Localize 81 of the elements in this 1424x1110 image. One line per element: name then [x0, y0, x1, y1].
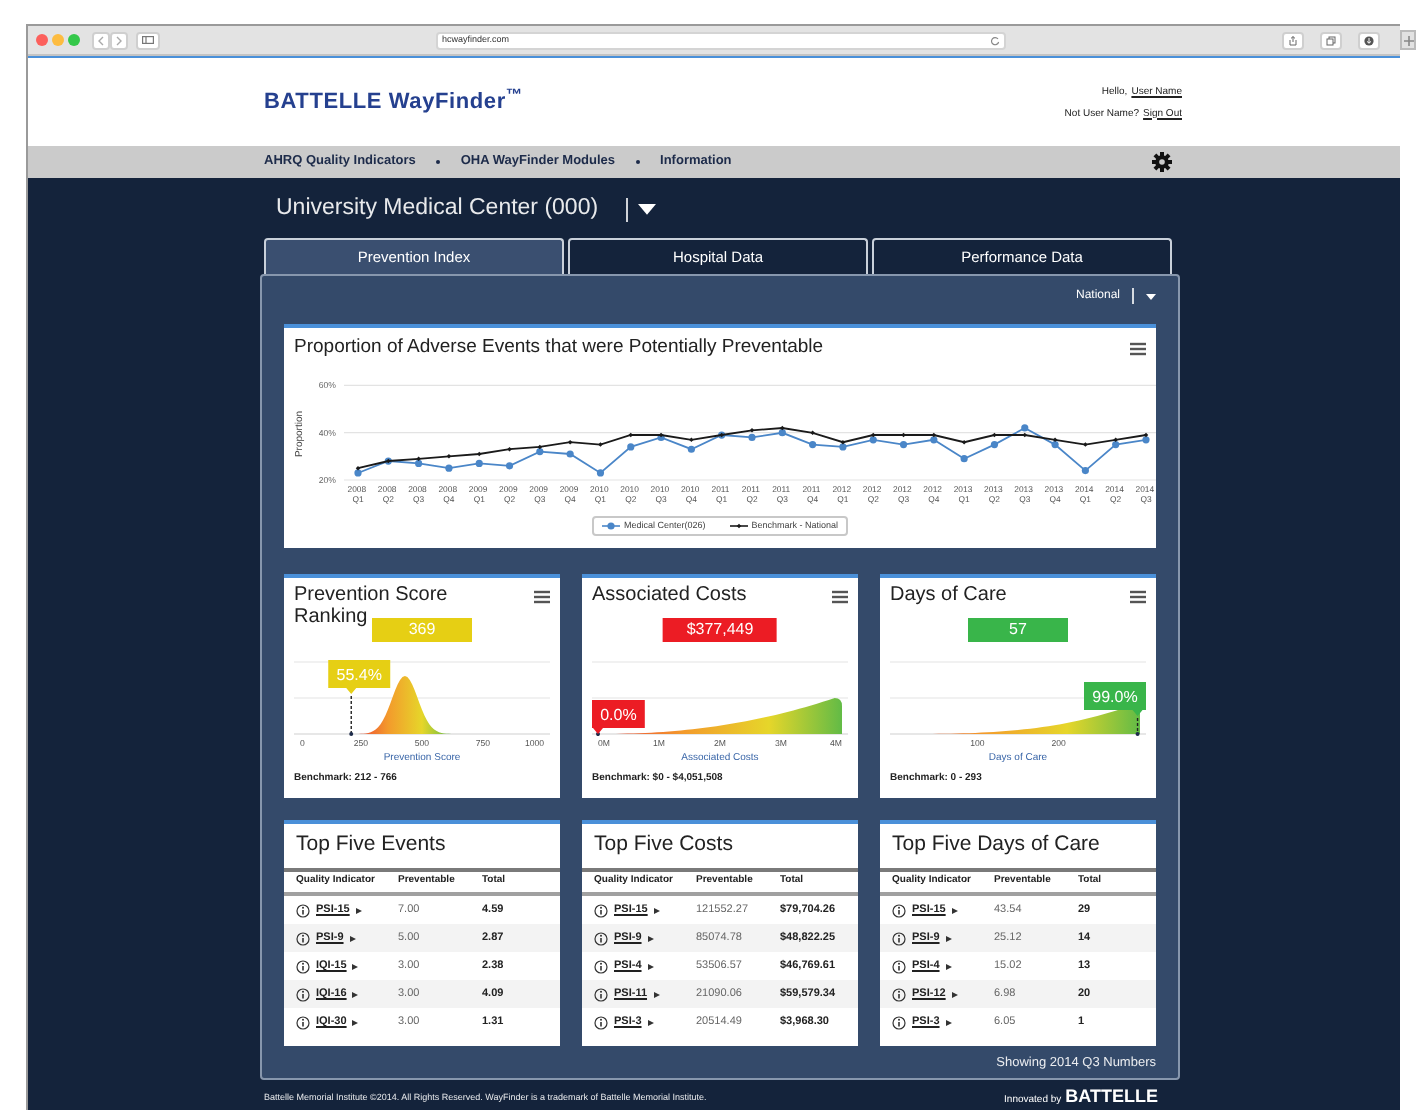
- info-icon[interactable]: [594, 931, 608, 945]
- caret-icon: [638, 204, 657, 216]
- data-point: [445, 464, 453, 472]
- data-point: [628, 432, 634, 438]
- data-point: [567, 439, 573, 445]
- value-badge: 57: [968, 618, 1068, 642]
- data-point: [505, 462, 514, 470]
- download-icon: [1364, 35, 1374, 45]
- triangle-icon: [352, 991, 359, 997]
- percentile-callout: 55.4%: [328, 660, 391, 694]
- data-point: [961, 439, 967, 445]
- legend-marker-icon: [729, 522, 748, 530]
- sidebar-button[interactable]: [136, 31, 160, 49]
- table-title: Top Five Costs: [594, 830, 733, 861]
- card-title: Days of Care: [890, 582, 1009, 606]
- triangle-icon: [352, 1019, 359, 1025]
- info-icon[interactable]: [892, 1015, 906, 1029]
- download-button[interactable]: [1358, 31, 1380, 49]
- menu-icon[interactable]: [1130, 590, 1146, 604]
- info-icon[interactable]: [892, 903, 906, 917]
- brand-logo: BATTELLE: [1065, 1087, 1158, 1105]
- share-icon: [1288, 35, 1298, 45]
- sidebar-icon: [142, 36, 154, 44]
- info-icon[interactable]: [296, 987, 310, 1001]
- triangle-icon: [653, 907, 660, 913]
- menu-icon[interactable]: [534, 590, 550, 604]
- data-point: [598, 442, 603, 447]
- percentile-callout: 0.0%: [592, 700, 645, 734]
- triangle-icon: [355, 907, 362, 913]
- triangle-icon: [647, 1019, 654, 1025]
- chevron-right-icon: [116, 35, 122, 45]
- data-point: [960, 455, 968, 463]
- data-point: [810, 430, 815, 435]
- caret-icon: [1146, 293, 1156, 299]
- triangle-icon: [647, 935, 654, 941]
- plus-icon: [1403, 35, 1413, 45]
- menu-icon[interactable]: [832, 590, 848, 604]
- triangle-icon: [352, 963, 359, 969]
- data-point: [446, 454, 452, 459]
- info-icon[interactable]: [296, 903, 310, 917]
- legend-marker-icon: [601, 522, 620, 530]
- info-icon[interactable]: [892, 987, 906, 1001]
- logo[interactable]: BATTELLE WayFinder$^{™}$: [264, 85, 523, 119]
- info-icon[interactable]: [594, 1015, 608, 1029]
- data-point: [809, 440, 817, 449]
- info-icon[interactable]: [594, 987, 608, 1001]
- percentile-callout: 99.0%: [1084, 682, 1146, 716]
- data-point: [627, 443, 635, 451]
- info-icon[interactable]: [892, 959, 906, 973]
- triangle-icon: [945, 935, 952, 941]
- chevron-left-icon: [98, 35, 104, 45]
- menu-icon[interactable]: [1130, 341, 1146, 355]
- triangle-icon: [951, 907, 958, 913]
- data-point: [596, 469, 605, 477]
- info-icon[interactable]: [892, 931, 906, 945]
- chart-title: Proportion of Adverse Events that were Potentially Preventable: [294, 333, 824, 362]
- triangle-icon: [945, 963, 952, 969]
- info-icon[interactable]: [594, 903, 608, 917]
- hospital-name: University Medical Center (000): [276, 194, 599, 225]
- reload-icon[interactable]: [990, 35, 1000, 45]
- info-icon[interactable]: [296, 1015, 310, 1029]
- value-badge: $377,449: [662, 618, 778, 642]
- data-point: [566, 450, 574, 458]
- data-point: [1083, 442, 1088, 447]
- triangle-icon: [349, 935, 356, 941]
- triangle-icon: [951, 991, 958, 997]
- info-icon[interactable]: [296, 931, 310, 945]
- data-point: [1081, 466, 1089, 475]
- tabs-button[interactable]: [1320, 31, 1342, 49]
- tabs-icon: [1326, 35, 1336, 45]
- settings-icon[interactable]: [1152, 152, 1172, 172]
- table-title: Top Five Days of Care: [892, 830, 1100, 861]
- card-title: Associated Costs: [592, 582, 749, 606]
- info-icon[interactable]: [594, 959, 608, 973]
- triangle-icon: [653, 991, 660, 997]
- triangle-icon: [945, 1019, 952, 1025]
- table-title: Top Five Events: [296, 830, 446, 861]
- data-point: [507, 447, 512, 452]
- hospital-dropdown-button[interactable]: [636, 200, 659, 220]
- info-icon[interactable]: [296, 959, 310, 973]
- triangle-icon: [647, 963, 654, 969]
